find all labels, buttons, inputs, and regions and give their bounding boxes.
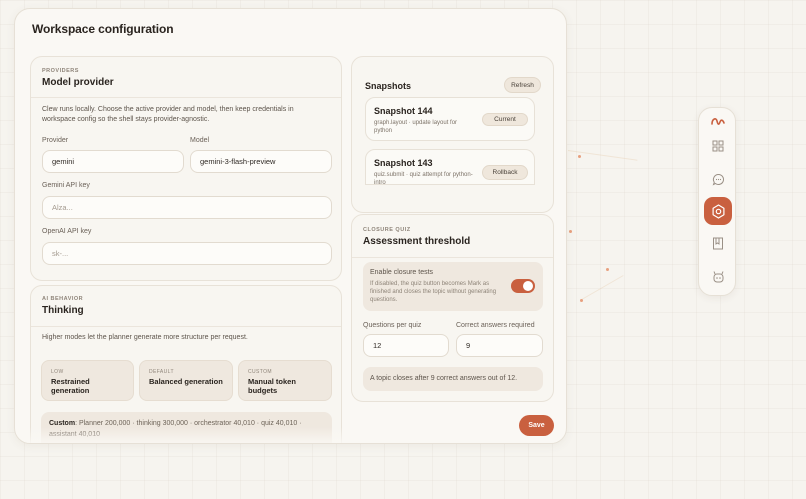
rail-item-chat[interactable] <box>704 165 732 193</box>
gemini-key-label: Gemini API key <box>42 182 90 189</box>
graph-node <box>578 155 581 158</box>
graph-node <box>569 230 572 233</box>
mode-kicker: DEFAULT <box>149 369 174 375</box>
rail-item-settings[interactable] <box>704 197 732 225</box>
snapshot-item[interactable]: Snapshot 143 quiz.submit · quiz attempt … <box>365 149 535 185</box>
snapshot-title: Snapshot 144 <box>374 106 433 116</box>
save-button[interactable]: Save <box>519 415 554 436</box>
notebook-icon <box>713 237 723 249</box>
rollback-button[interactable]: Rollback <box>482 165 528 180</box>
mode-name: Balanced generation <box>149 377 223 386</box>
divider <box>31 326 341 327</box>
rail-item-notebook[interactable] <box>704 229 732 257</box>
divider <box>352 257 553 258</box>
mode-kicker: LOW <box>51 369 64 375</box>
correct-input[interactable]: 9 <box>456 334 543 357</box>
gemini-key-input[interactable]: Alza... <box>42 196 332 219</box>
snapshot-subtitle: quiz.submit · quiz attempt for python-in… <box>374 172 473 185</box>
model-provider-card: PROVIDERS Model provider Clew runs local… <box>30 56 342 281</box>
closure-test-toggle[interactable] <box>511 279 535 293</box>
card-title: Snapshots <box>365 81 412 91</box>
graph-node <box>580 299 583 302</box>
divider <box>31 97 341 98</box>
rail-item-grid[interactable] <box>704 132 732 160</box>
snapshot-item[interactable]: Snapshot 144 graph.layout · update layou… <box>365 97 535 141</box>
chat-icon <box>712 173 724 186</box>
bot-icon <box>713 270 723 282</box>
logo-icon <box>711 118 725 125</box>
nav-rail <box>698 107 736 296</box>
correct-label: Correct answers required <box>456 322 535 329</box>
current-button[interactable]: Current <box>482 113 528 126</box>
mode-default[interactable]: DEFAULT Balanced generation <box>139 360 233 401</box>
model-label: Model <box>190 137 210 144</box>
card-kicker: CLOSURE QUIZ <box>363 227 411 233</box>
refresh-button[interactable]: Refresh <box>504 77 541 93</box>
card-kicker: PROVIDERS <box>42 68 79 74</box>
model-input[interactable]: gemini-3-flash-preview <box>190 150 332 173</box>
card-kicker: AI BEHAVIOR <box>42 296 84 302</box>
toggle-title: Enable closure tests <box>370 269 434 276</box>
toggle-knob <box>523 281 533 291</box>
card-title: Model provider <box>42 77 114 88</box>
card-title: Thinking <box>42 305 84 316</box>
questions-label: Questions per quiz <box>363 322 422 329</box>
scroll-fade <box>15 427 566 443</box>
toggle-description: If disabled, the quiz button becomes Mar… <box>370 281 497 303</box>
threshold-note: A topic closes after 9 correct answers o… <box>363 367 543 391</box>
settings-icon <box>712 203 724 219</box>
openai-key-input[interactable]: sk-... <box>42 242 332 265</box>
mode-kicker: CUSTOM <box>248 369 272 375</box>
provider-label: Provider <box>42 137 69 144</box>
thinking-description: Higher modes let the planner generate mo… <box>42 334 248 341</box>
questions-input[interactable]: 12 <box>363 334 449 357</box>
mode-low[interactable]: LOW Restrained generation <box>41 360 134 401</box>
custom-label: Custom <box>49 420 76 427</box>
threshold-note-text: A topic closes after 9 correct answers o… <box>370 375 518 382</box>
page-title: Workspace configuration <box>32 22 174 36</box>
openai-key-label: OpenAI API key <box>42 228 92 235</box>
mode-name: Restrained generation <box>51 377 90 395</box>
provider-input[interactable]: gemini <box>42 150 184 173</box>
grid-icon <box>712 140 724 152</box>
workspace-config-panel: Workspace configuration PROVIDERS Model … <box>14 8 567 444</box>
rail-item-assistant[interactable] <box>704 262 732 290</box>
mode-custom[interactable]: CUSTOM Manual token budgets <box>238 360 332 401</box>
provider-description: Clew runs locally. Choose the active pro… <box>42 106 294 123</box>
mode-name: Manual token budgets <box>248 377 296 395</box>
snapshot-title: Snapshot 143 <box>374 158 433 168</box>
card-title: Assessment threshold <box>363 236 471 247</box>
graph-node <box>606 268 609 271</box>
snapshot-subtitle: graph.layout · update layout for python <box>374 120 458 134</box>
